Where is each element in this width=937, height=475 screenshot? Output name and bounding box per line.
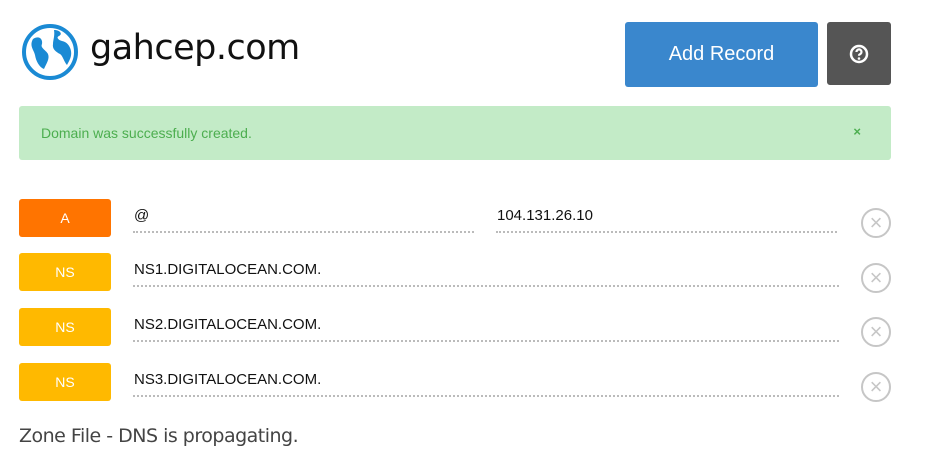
alert-close-button[interactable]: × <box>853 124 861 139</box>
zone-file-status: Zone File - DNS is propagating. <box>19 425 299 447</box>
delete-record-button[interactable]: × <box>861 372 891 402</box>
success-alert: Domain was successfully created. × <box>19 106 891 160</box>
alert-message: Domain was successfully created. <box>41 125 252 141</box>
record-type-badge[interactable]: A <box>19 199 111 237</box>
globe-icon <box>21 23 79 86</box>
record-type-badge[interactable]: NS <box>19 363 111 401</box>
record-value-input[interactable]: NS2.DIGITALOCEAN.COM. <box>133 314 839 342</box>
domain-title: gahcep.com <box>90 28 300 68</box>
record-value-input[interactable]: NS3.DIGITALOCEAN.COM. <box>133 369 839 397</box>
delete-record-button[interactable]: × <box>861 263 891 293</box>
question-icon <box>849 44 869 63</box>
record-value-input[interactable]: 104.131.26.10 <box>496 205 837 233</box>
record-type-badge[interactable]: NS <box>19 253 111 291</box>
record-type-badge[interactable]: NS <box>19 308 111 346</box>
record-value-input[interactable]: NS1.DIGITALOCEAN.COM. <box>133 259 839 287</box>
delete-record-button[interactable]: × <box>861 208 891 238</box>
record-name-input[interactable]: @ <box>133 205 474 233</box>
add-record-button[interactable]: Add Record <box>625 22 818 87</box>
delete-record-button[interactable]: × <box>861 317 891 347</box>
help-button[interactable] <box>827 22 891 85</box>
